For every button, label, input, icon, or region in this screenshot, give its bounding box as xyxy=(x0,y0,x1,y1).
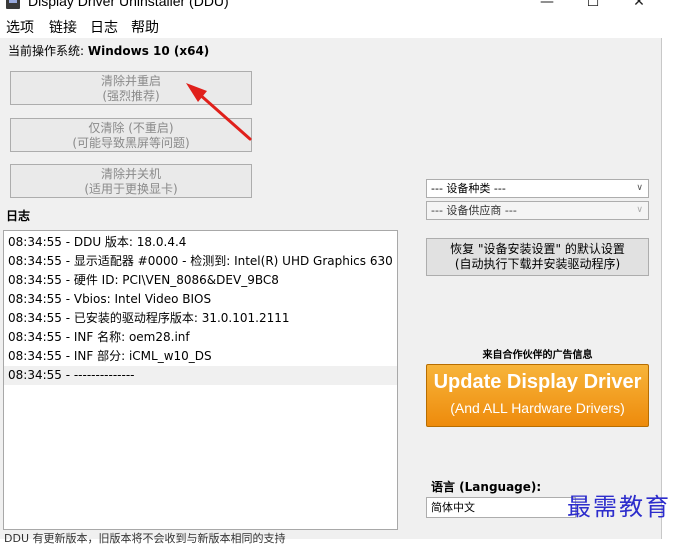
clean-no-restart-label: 仅清除 (不重启) xyxy=(88,121,174,135)
maximize-button[interactable]: ☐ xyxy=(573,0,613,13)
menu-options[interactable]: 选项 xyxy=(6,17,34,37)
device-vendor-value: --- 设备供应商 --- xyxy=(431,204,517,217)
status-text: DDU 有更新版本，旧版本将不会收到与新版本相同的支持 xyxy=(4,532,286,545)
restore-defaults-button[interactable]: 恢复 "设备安装设置" 的默认设置 (自动执行下载并安装驱动程序) xyxy=(426,238,649,276)
language-select[interactable]: 简体中文 xyxy=(426,497,576,518)
restore-defaults-label: 恢复 "设备安装设置" 的默认设置 xyxy=(450,242,625,256)
log-list[interactable]: 08:34:55 - DDU 版本: 18.0.4.4 08:34:55 - 显… xyxy=(3,230,398,530)
log-line: 08:34:55 - 显示适配器 #0000 - 检测到: Intel(R) U… xyxy=(8,254,393,268)
log-line: 08:34:55 - INF 部分: iCML_w10_DS xyxy=(8,349,212,363)
chevron-down-icon: ∨ xyxy=(636,205,643,215)
log-line: 08:34:55 - DDU 版本: 18.0.4.4 xyxy=(8,235,187,249)
device-vendor-select[interactable]: --- 设备供应商 --- ∨ xyxy=(426,201,649,220)
menu-help[interactable]: 帮助 xyxy=(131,17,159,37)
window-title: Display Driver Uninstaller (DDU) xyxy=(28,0,229,9)
title-bar: Display Driver Uninstaller (DDU) — ☐ ✕ xyxy=(0,0,689,14)
ad-title: 来自合作伙伴的广告信息 xyxy=(482,350,593,361)
ad-banner-button[interactable]: Update Display Driver (And ALL Hardware … xyxy=(426,364,649,427)
language-label: 语言 (Language): xyxy=(431,480,542,494)
clean-and-shutdown-label: 清除并关机 xyxy=(100,167,161,181)
language-value: 简体中文 xyxy=(431,501,475,514)
menu-log[interactable]: 日志 xyxy=(90,17,118,37)
clean-no-restart-note: (可能导致黑屏等问题) xyxy=(72,136,190,150)
log-line: 08:34:55 - Vbios: Intel Video BIOS xyxy=(8,292,212,306)
menu-bar: 选项 链接 日志 帮助 xyxy=(0,16,689,38)
clean-and-restart-note: (强烈推荐) xyxy=(102,89,160,103)
ad-subline: (And ALL Hardware Drivers) xyxy=(450,400,625,416)
clean-and-restart-button[interactable]: 清除并重启 (强烈推荐) xyxy=(10,71,252,105)
chevron-down-icon: ∨ xyxy=(636,183,643,193)
os-label: 当前操作系统: xyxy=(8,44,85,58)
ad-headline: Update Display Driver xyxy=(433,371,642,393)
close-button[interactable]: ✕ xyxy=(619,0,659,13)
clean-and-restart-label: 清除并重启 xyxy=(100,74,161,88)
restore-defaults-note: (自动执行下载并安装驱动程序) xyxy=(454,257,621,271)
os-value: Windows 10 (x64) xyxy=(87,44,210,58)
clean-no-restart-button[interactable]: 仅清除 (不重启) (可能导致黑屏等问题) xyxy=(10,118,252,152)
device-type-value: --- 设备种类 --- xyxy=(431,182,506,195)
app-icon xyxy=(6,0,20,9)
watermark-text: 最需教育 xyxy=(567,493,671,521)
device-type-select[interactable]: --- 设备种类 --- ∨ xyxy=(426,179,649,198)
clean-and-shutdown-note: (适用于更换显卡) xyxy=(84,182,178,196)
os-info: 当前操作系统: Windows 10 (x64) xyxy=(8,42,209,59)
minimize-button[interactable]: — xyxy=(527,0,567,13)
log-line: 08:34:55 - 已安装的驱动程序版本: 31.0.101.2111 xyxy=(8,311,290,325)
log-title: 日志 xyxy=(6,209,31,223)
clean-and-shutdown-button[interactable]: 清除并关机 (适用于更换显卡) xyxy=(10,164,252,198)
log-line: 08:34:55 - 硬件 ID: PCI\VEN_8086&DEV_9BC8 xyxy=(8,273,279,287)
log-line: 08:34:55 - INF 名称: oem28.inf xyxy=(8,330,190,344)
log-line-selected: 08:34:55 - -------------- xyxy=(4,366,397,385)
menu-links[interactable]: 链接 xyxy=(49,17,77,37)
